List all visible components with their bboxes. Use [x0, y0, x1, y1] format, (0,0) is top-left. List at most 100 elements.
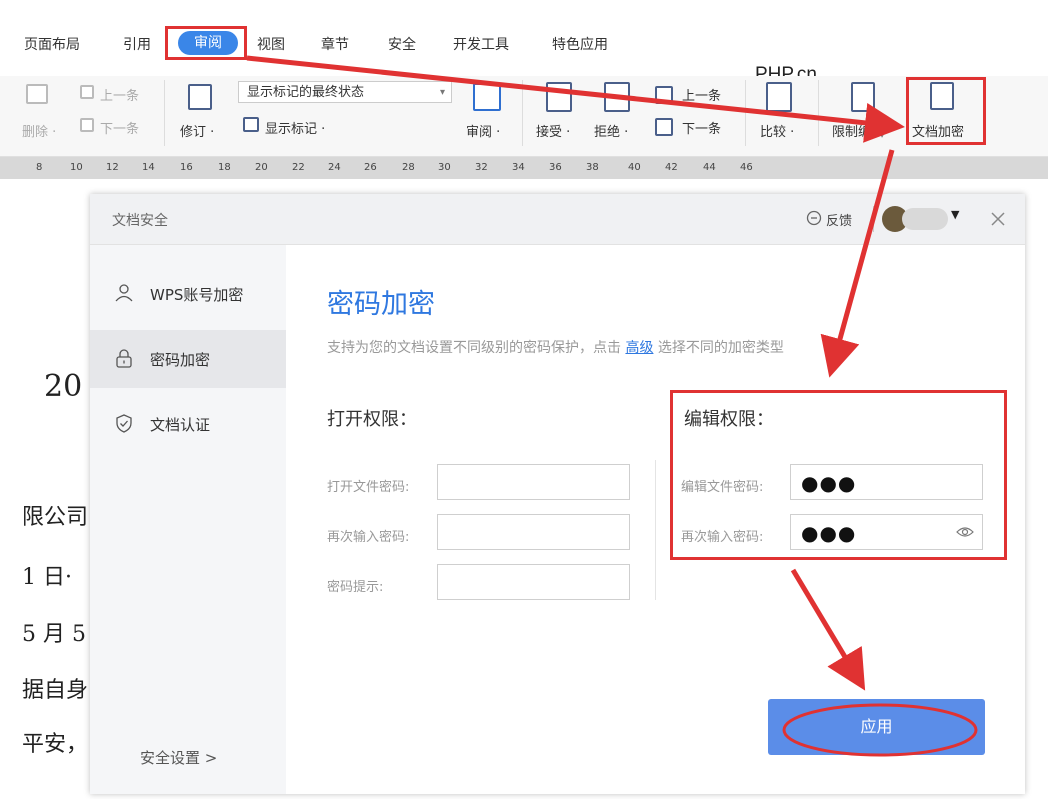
open-password-confirm-field[interactable]	[437, 514, 630, 550]
dialog-sidebar: WPS账号加密 密码加密 文档认证 安全设置 >	[90, 245, 286, 794]
open-password-label: 打开文件密码:	[327, 480, 410, 495]
review-button[interactable]: 审阅 ·	[466, 121, 500, 140]
open-password-confirm-label: 再次输入密码:	[327, 530, 410, 545]
page-title: 密码加密	[327, 289, 435, 320]
reject-button[interactable]: 拒绝 ·	[594, 121, 628, 140]
ruler-tick: 18	[218, 162, 231, 173]
dialog-title: 文档安全	[112, 213, 168, 229]
apply-button[interactable]: 应用	[768, 699, 985, 755]
ruler-tick: 46	[740, 162, 753, 173]
compare-icon[interactable]	[766, 82, 792, 112]
dialog-header: 文档安全 反馈 ▼	[90, 194, 1025, 245]
lock-icon	[116, 349, 132, 368]
menu-chapter[interactable]: 章节	[321, 34, 349, 54]
document-text: 1 日·	[22, 565, 72, 590]
ruler-tick: 10	[70, 162, 83, 173]
ribbon-divider	[522, 80, 523, 146]
ruler-tick: 20	[255, 162, 268, 173]
security-settings-link[interactable]: 安全设置 >	[140, 747, 217, 768]
open-permission-title: 打开权限：	[327, 409, 417, 430]
sidebar-item-password-encrypt[interactable]: 密码加密	[90, 330, 286, 388]
ruler-tick: 8	[36, 162, 43, 173]
sidebar-item-wps-account[interactable]: WPS账号加密	[90, 265, 286, 323]
description-text: 支持为您的文档设置不同级别的密码保护，点击	[327, 340, 626, 356]
restrict-edit-button[interactable]: 限制编辑	[832, 121, 884, 140]
next-comment-label[interactable]: 下一条	[100, 118, 139, 137]
ruler-tick: 28	[402, 162, 415, 173]
menu-bar: 页面布局 引用 审阅 视图 章节 安全 开发工具 特色应用 PHP.cn	[0, 0, 1048, 85]
ruler-tick: 44	[703, 162, 716, 173]
account-name-pill[interactable]	[902, 208, 948, 230]
ribbon-divider	[164, 80, 165, 146]
ribbon-divider	[745, 80, 746, 146]
ruler-tick: 12	[106, 162, 119, 173]
close-icon[interactable]	[990, 211, 1006, 227]
ruler-tick: 14	[142, 162, 155, 173]
prev-revision-icon[interactable]	[655, 86, 673, 104]
markup-state-dropdown[interactable]: 显示标记的最终状态 ▾	[238, 81, 452, 103]
revise-button[interactable]: 修订 ·	[180, 121, 214, 140]
sidebar-item-doc-certify[interactable]: 文档认证	[90, 395, 286, 453]
user-icon	[115, 284, 133, 302]
ruler-tick: 34	[512, 162, 525, 173]
revise-icon[interactable]	[188, 84, 212, 110]
password-hint-field[interactable]	[437, 564, 630, 600]
feedback-icon[interactable]	[806, 210, 822, 226]
header-divider	[873, 206, 874, 232]
next-comment-icon[interactable]	[80, 118, 94, 132]
account-dropdown-icon[interactable]: ▼	[951, 208, 959, 221]
restrict-edit-icon[interactable]	[851, 82, 875, 112]
review-search-icon[interactable]	[473, 83, 501, 111]
ruler-tick: 24	[328, 162, 341, 173]
delete-label[interactable]: 删除 ·	[22, 121, 56, 140]
ruler-tick: 36	[549, 162, 562, 173]
ruler-tick: 30	[438, 162, 451, 173]
reject-icon[interactable]	[604, 82, 630, 112]
annotation-box-edit-permission	[670, 390, 1007, 560]
ruler-tick: 38	[586, 162, 599, 173]
delete-comment-icon[interactable]	[26, 84, 48, 104]
feedback-link[interactable]: 反馈	[826, 210, 852, 229]
document-text: 据自身	[22, 678, 89, 703]
sidebar-item-label: WPS账号加密	[150, 286, 244, 304]
menu-references[interactable]: 引用	[123, 34, 151, 54]
ruler-tick: 42	[665, 162, 678, 173]
ruler-tick: 40	[628, 162, 641, 173]
accept-button[interactable]: 接受 ·	[536, 121, 570, 140]
description-text: 选择不同的加密类型	[653, 340, 784, 356]
show-markup-button[interactable]: 显示标记 ·	[265, 118, 325, 137]
advanced-link[interactable]: 高级	[625, 340, 653, 356]
menu-special-apps[interactable]: 特色应用	[552, 34, 608, 54]
document-text: 限公司	[22, 505, 89, 530]
ruler-tick: 32	[475, 162, 488, 173]
accept-icon[interactable]	[546, 82, 572, 112]
prev-revision-label[interactable]: 上一条	[682, 85, 721, 104]
menu-page-layout[interactable]: 页面布局	[24, 34, 80, 54]
document-text: 平安，	[22, 732, 89, 757]
markup-state-value: 显示标记的最终状态	[247, 85, 365, 100]
menu-view[interactable]: 视图	[257, 34, 285, 54]
sidebar-item-label: 密码加密	[150, 351, 211, 369]
open-password-field[interactable]	[437, 464, 630, 500]
next-revision-label[interactable]: 下一条	[682, 118, 721, 137]
prev-comment-label[interactable]: 上一条	[100, 85, 139, 104]
ruler: 8 10 12 14 16 18 20 22 24 26 28 30 32 34…	[0, 157, 1048, 179]
next-revision-icon[interactable]	[655, 118, 673, 136]
annotation-box-encrypt	[906, 77, 986, 145]
sidebar-item-label: 文档认证	[150, 416, 211, 434]
annotation-box-review	[165, 26, 247, 60]
prev-comment-icon[interactable]	[80, 85, 94, 99]
compare-button[interactable]: 比较 ·	[760, 121, 794, 140]
ruler-tick: 22	[292, 162, 305, 173]
document-text: 5 月 5	[22, 622, 86, 647]
ribbon-toolbar	[0, 76, 1048, 157]
chevron-down-icon: ▾	[439, 87, 445, 98]
shield-check-icon	[116, 414, 132, 433]
ruler-tick: 26	[364, 162, 377, 173]
show-markup-icon[interactable]	[243, 117, 259, 132]
menu-security[interactable]: 安全	[388, 34, 416, 54]
ribbon-divider	[818, 80, 819, 146]
menu-dev-tools[interactable]: 开发工具	[453, 34, 509, 54]
ruler-tick: 16	[180, 162, 193, 173]
password-hint-label: 密码提示:	[327, 580, 384, 595]
